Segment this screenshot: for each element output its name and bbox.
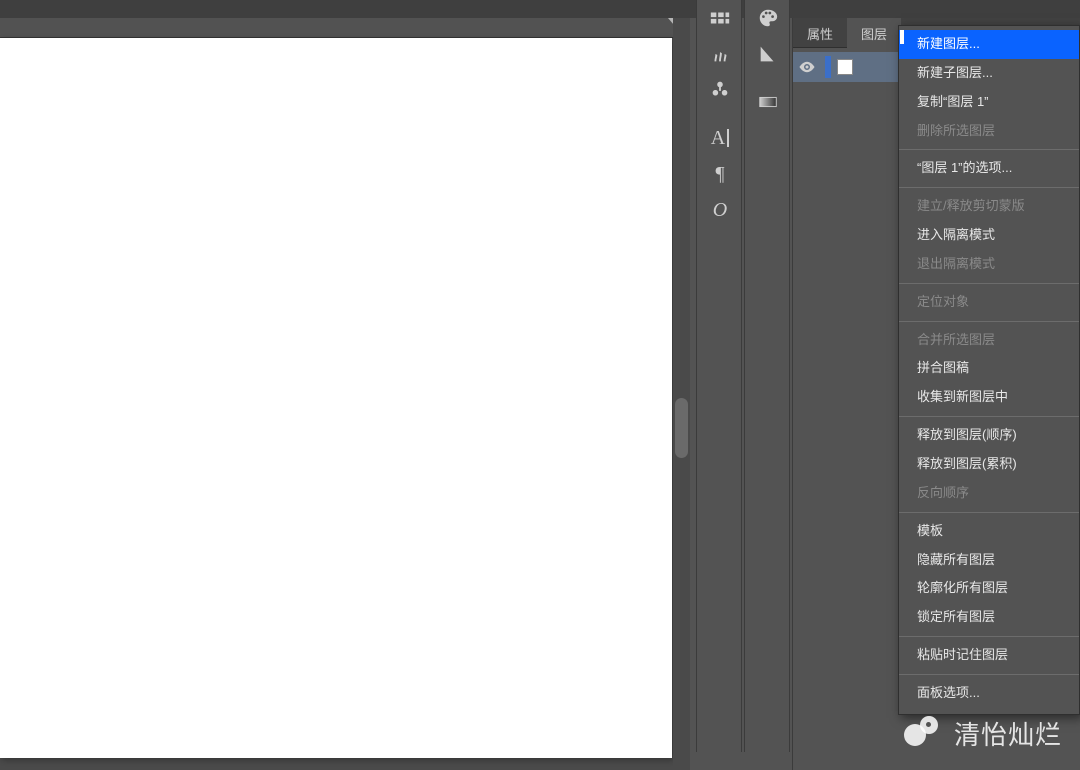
watermark-text: 清怡灿烂 [954,715,1062,752]
symbols-panel-icon[interactable] [697,72,743,108]
character-panel-icon[interactable]: A [697,120,743,156]
menu-item: 合并所选图层 [899,326,1079,355]
scrollbar-thumb[interactable] [675,398,688,458]
menu-item: 建立/释放剪切蒙版 [899,192,1079,221]
artboard[interactable] [0,38,672,758]
brushes-panel-icon[interactable] [697,36,743,72]
app-root: << << A ¶ O [0,0,1080,770]
visibility-eye-icon[interactable] [793,58,821,76]
layers-panel-flyout-menu[interactable]: 新建图层...新建子图层...复制“图层 1”删除所选图层 “图层 1”的选项..… [898,25,1080,715]
menu-separator [899,416,1079,417]
menu-item: 反向顺序 [899,479,1079,508]
menu-item[interactable]: 面板选项... [899,679,1079,708]
menu-item: 定位对象 [899,288,1079,317]
menu-item[interactable]: 新建子图层... [899,59,1079,88]
wechat-icon [904,716,944,752]
menu-item[interactable]: 进入隔离模式 [899,221,1079,250]
menu-item[interactable]: 锁定所有图层 [899,603,1079,632]
layer-thumbnail [837,59,853,75]
menu-separator [899,321,1079,322]
watermark: 清怡灿烂 [904,715,1062,752]
canvas-area[interactable] [0,38,675,770]
menu-separator [899,149,1079,150]
menu-separator [899,636,1079,637]
tab-properties[interactable]: 属性 [793,18,847,48]
menu-item[interactable]: 收集到新图层中 [899,383,1079,412]
gradient-panel-icon[interactable] [745,84,791,120]
menu-separator [899,512,1079,513]
menu-item: 退出隔离模式 [899,250,1079,279]
opentype-panel-icon[interactable]: O [697,192,743,228]
menu-item[interactable]: 复制“图层 1” [899,88,1079,117]
menu-separator [899,674,1079,675]
menu-item: 删除所选图层 [899,117,1079,146]
vertical-scrollbar[interactable] [673,18,690,770]
menu-separator [899,283,1079,284]
swatches-panel-icon[interactable] [697,0,743,36]
menu-item[interactable]: 拼合图稿 [899,354,1079,383]
canvas-region [0,18,690,770]
color-guide-panel-icon[interactable] [745,36,791,72]
menu-selection-marker-icon [900,30,904,44]
top-bar: << << [0,0,1080,18]
paragraph-panel-icon[interactable]: ¶ [697,156,743,192]
menu-item[interactable]: 释放到图层(累积) [899,450,1079,479]
layer-color-swatch [825,56,831,78]
menu-item[interactable]: 模板 [899,517,1079,546]
menu-item[interactable]: 轮廓化所有图层 [899,574,1079,603]
panel-icon-strip-b [744,0,790,752]
tab-layers[interactable]: 图层 [847,18,901,48]
menu-item[interactable]: 释放到图层(顺序) [899,421,1079,450]
menu-separator [899,187,1079,188]
color-panel-icon[interactable] [745,0,791,36]
menu-item[interactable]: “图层 1”的选项... [899,154,1079,183]
menu-item[interactable]: 隐藏所有图层 [899,546,1079,575]
panel-icon-strip-a: A ¶ O [696,0,742,752]
ruler-horizontal [0,18,690,38]
menu-item[interactable]: 粘贴时记住图层 [899,641,1079,670]
menu-item[interactable]: 新建图层... [899,30,1079,59]
